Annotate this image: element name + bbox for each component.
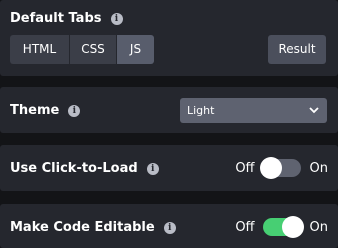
theme-panel: Theme i Light bbox=[0, 87, 338, 133]
click-to-load-label-row: Use Click-to-Load i bbox=[10, 161, 159, 176]
tab-css[interactable]: CSS bbox=[69, 35, 116, 64]
result-button[interactable]: Result bbox=[268, 35, 326, 64]
theme-select-value: Light bbox=[187, 104, 215, 117]
info-icon[interactable]: i bbox=[110, 12, 123, 25]
code-editable-label-row: Make Code Editable i bbox=[10, 220, 176, 235]
info-icon[interactable]: i bbox=[68, 104, 81, 117]
code-editable-toggle-row: Off On bbox=[235, 216, 328, 238]
theme-label-row: Theme i bbox=[10, 103, 81, 118]
code-editable-label: Make Code Editable bbox=[10, 220, 155, 235]
theme-select[interactable]: Light bbox=[180, 98, 327, 123]
theme-label: Theme bbox=[10, 103, 60, 118]
toggle-off-label: Off bbox=[235, 219, 255, 235]
info-icon[interactable]: i bbox=[163, 221, 176, 234]
toggle-on-label: On bbox=[309, 219, 328, 235]
tab-js[interactable]: JS bbox=[116, 35, 154, 64]
default-tabs-label: Default Tabs bbox=[10, 11, 102, 26]
code-editable-panel: Make Code Editable i Off On bbox=[0, 204, 338, 248]
click-to-load-panel: Use Click-to-Load i Off On bbox=[0, 145, 338, 191]
toggle-off-label: Off bbox=[235, 160, 255, 176]
default-tabs-group: HTML CSS JS bbox=[10, 35, 154, 64]
info-icon[interactable]: i bbox=[146, 162, 159, 175]
toggle-knob bbox=[259, 157, 282, 179]
chevron-down-icon bbox=[309, 107, 319, 114]
tab-html[interactable]: HTML bbox=[10, 35, 69, 64]
toggle-knob bbox=[281, 216, 304, 238]
toggle-on-label: On bbox=[309, 160, 328, 176]
code-editable-toggle[interactable] bbox=[262, 216, 304, 238]
default-tabs-panel: Default Tabs i HTML CSS JS Result bbox=[0, 0, 338, 76]
click-to-load-label: Use Click-to-Load bbox=[10, 161, 138, 176]
default-tabs-label-row: Default Tabs i bbox=[10, 11, 123, 26]
click-to-load-toggle[interactable] bbox=[259, 157, 301, 179]
click-to-load-toggle-row: Off On bbox=[235, 157, 328, 179]
